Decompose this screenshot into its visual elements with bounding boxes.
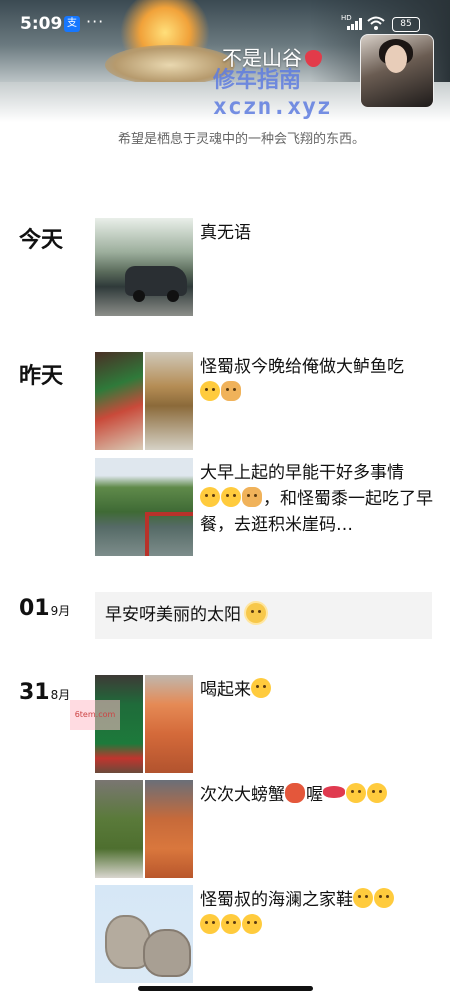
shrimp-photo[interactable] [145, 675, 193, 773]
grinning-emoji-icon [221, 914, 241, 934]
nickname-text: 不是山谷 [222, 46, 302, 70]
hill-lake-photo[interactable] [95, 458, 193, 556]
post-text-content: 怪蜀叔今晚给俺做大鲈鱼吃 [200, 357, 404, 377]
watermark-line2: xczn.xyz [213, 94, 332, 120]
lips-emoji-icon [323, 786, 345, 798]
date-day: 01 [19, 596, 50, 621]
alipay-icon: 支 [64, 16, 80, 32]
profile-signature: 希望是栖息于灵魂中的一种会飞翔的东西。 [118, 132, 366, 147]
battery-icon: 85 [392, 17, 420, 32]
post-text-content: 早安呀美丽的太阳 [105, 605, 241, 625]
grinning-emoji-icon [221, 487, 241, 507]
post-text-mid: 喔 [306, 785, 323, 805]
grinning-emoji-icon [200, 381, 220, 401]
profile-nickname[interactable]: 不是山谷 [222, 42, 322, 71]
post-text[interactable]: 真无语 [200, 220, 435, 246]
crab-photo[interactable] [145, 780, 193, 878]
post-text-content: 喝起来 [200, 680, 251, 700]
grinning-emoji-icon [374, 888, 394, 908]
date-month: 8月 [50, 688, 71, 702]
crab-emoji-icon [285, 783, 305, 803]
post-text[interactable]: 次次大螃蟹 喔 [200, 782, 435, 808]
watermark-line1: 修车指南 [213, 68, 302, 93]
date-month: 9月 [50, 604, 71, 618]
date-label: 昨天 [19, 364, 64, 389]
status-time: 5:09 [20, 14, 63, 34]
grinning-emoji-icon [346, 783, 366, 803]
post-text[interactable]: 大早上起的早能干好多事情 ，和怪蜀黍一起吃了早餐，去逛积米崖码… [200, 460, 435, 538]
date-day: 31 [19, 680, 50, 705]
home-indicator[interactable] [138, 986, 313, 991]
wifi-icon [367, 16, 385, 30]
grinning-emoji-icon [353, 888, 373, 908]
shoes-photo[interactable] [95, 885, 193, 983]
strawberry-icon [305, 50, 322, 67]
doge-emoji-icon [221, 381, 241, 401]
grinning-emoji-icon [242, 914, 262, 934]
dinner-photo-1[interactable] [95, 352, 143, 450]
car-photo[interactable] [95, 218, 193, 316]
grinning-emoji-icon [200, 914, 220, 934]
vegetables-photo[interactable] [95, 780, 143, 878]
date-label: 318月 [19, 680, 70, 705]
grinning-emoji-icon [367, 783, 387, 803]
post-text-content: 怪蜀叔的海澜之家鞋 [200, 890, 353, 910]
signal-icon [347, 18, 362, 30]
date-label: 今天 [19, 228, 64, 253]
grinning-emoji-icon [251, 678, 271, 698]
watermark: 修车指南 xczn.xyz [213, 68, 332, 120]
date-label: 019月 [19, 596, 70, 621]
more-notifications-icon: ··· [86, 12, 105, 31]
post-text[interactable]: 怪蜀叔今晚给俺做大鲈鱼吃 [200, 354, 435, 406]
fish-photo[interactable] [145, 352, 193, 450]
watermark-stamp: 6tem.com [70, 700, 120, 730]
doge-emoji-icon [242, 487, 262, 507]
profile-avatar[interactable] [360, 34, 434, 108]
grinning-emoji-icon [200, 487, 220, 507]
post-text[interactable]: 怪蜀叔的海澜之家鞋 [200, 887, 435, 939]
post-text[interactable]: 喝起来 [200, 677, 435, 703]
post-text-content: 大早上起的早能干好多事情 [200, 463, 404, 483]
sun-face-emoji-icon [246, 603, 267, 623]
post-text-content: 次次大螃蟹 [200, 785, 285, 805]
text-post-card[interactable]: 早安呀美丽的太阳 [95, 592, 432, 639]
